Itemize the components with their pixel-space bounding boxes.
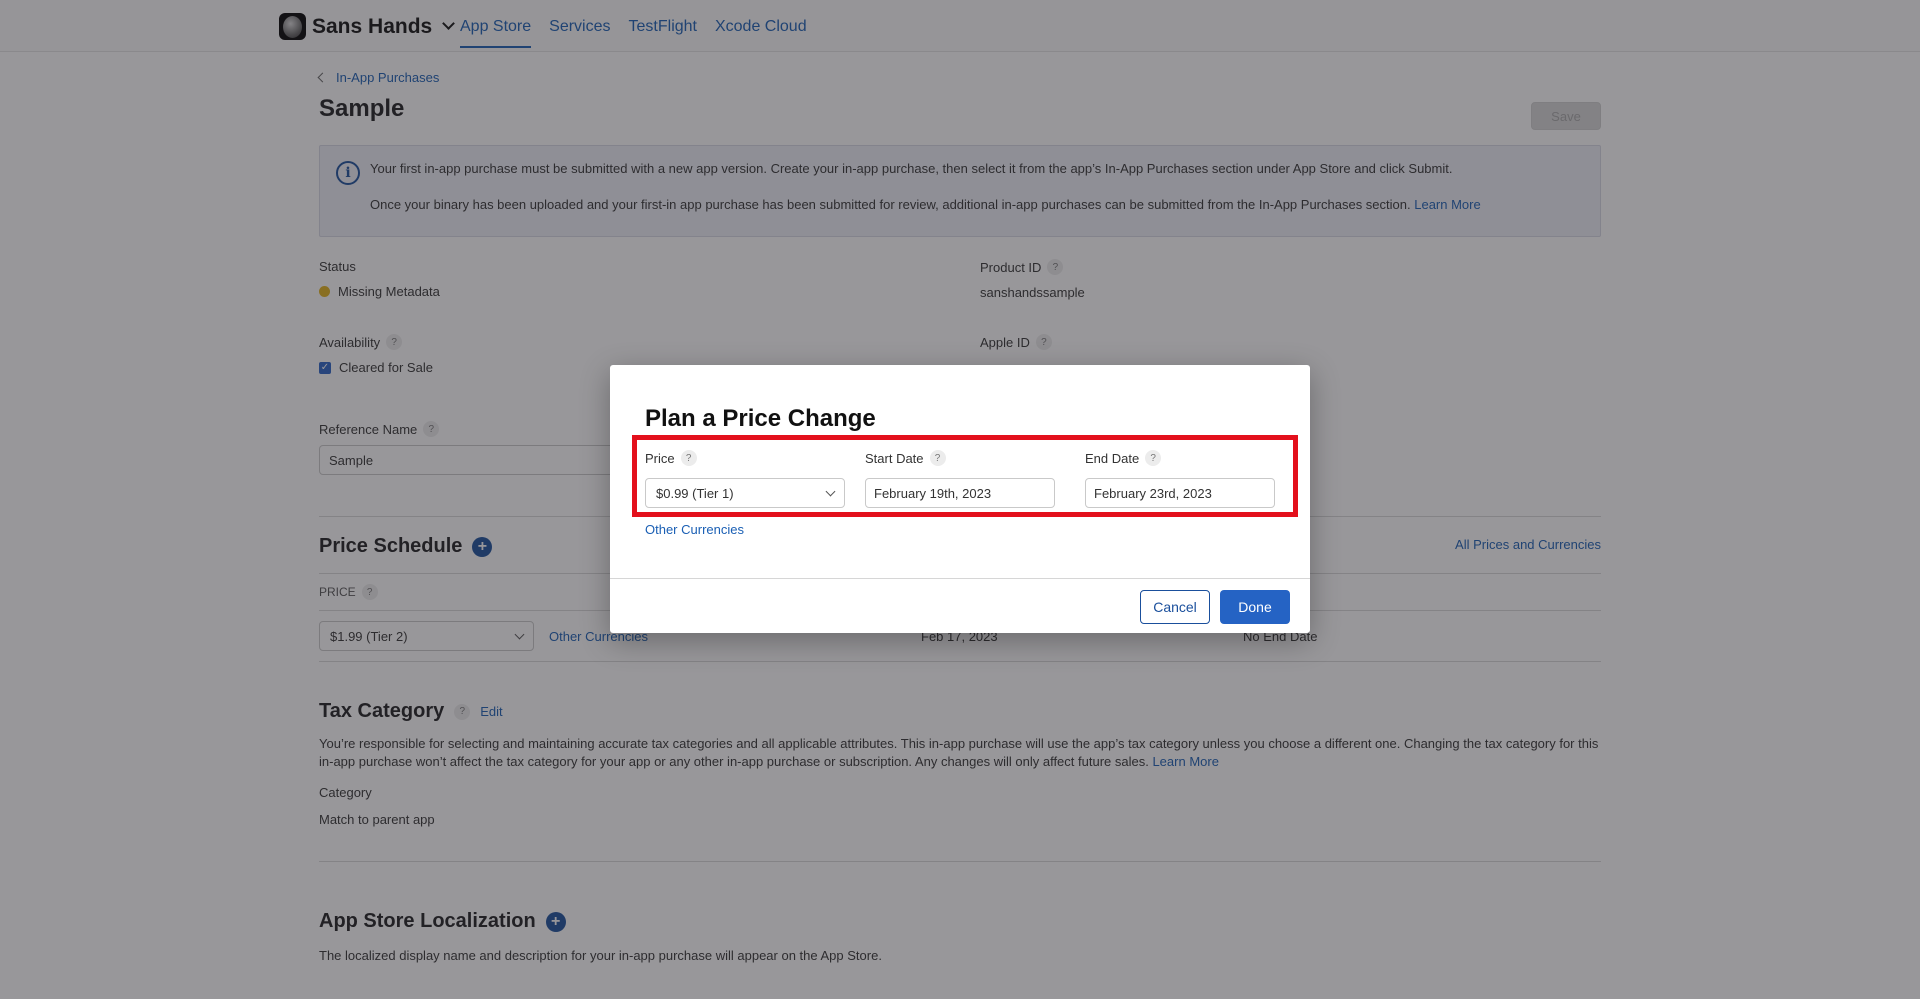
price-select-value: $0.99 (Tier 1): [656, 485, 734, 501]
help-icon[interactable]: ?: [1145, 450, 1162, 466]
dialog-title: Plan a Price Change: [645, 405, 876, 432]
price-label: Price: [645, 450, 675, 466]
plan-price-change-dialog: Plan a Price Change Price? $0.99 (Tier 1…: [610, 365, 1310, 633]
other-currencies-link[interactable]: Other Currencies: [645, 522, 744, 537]
end-date-input[interactable]: February 23rd, 2023: [1085, 478, 1275, 508]
start-date-label: Start Date: [865, 450, 924, 466]
divider: [610, 578, 1310, 579]
done-button[interactable]: Done: [1220, 590, 1290, 624]
chevron-down-icon: [825, 486, 836, 496]
help-icon[interactable]: ?: [929, 450, 946, 466]
price-select[interactable]: $0.99 (Tier 1): [645, 478, 845, 508]
help-icon[interactable]: ?: [680, 450, 697, 466]
start-date-input[interactable]: February 19th, 2023: [865, 478, 1055, 508]
end-date-label: End Date: [1085, 450, 1140, 466]
cancel-button[interactable]: Cancel: [1140, 590, 1210, 624]
